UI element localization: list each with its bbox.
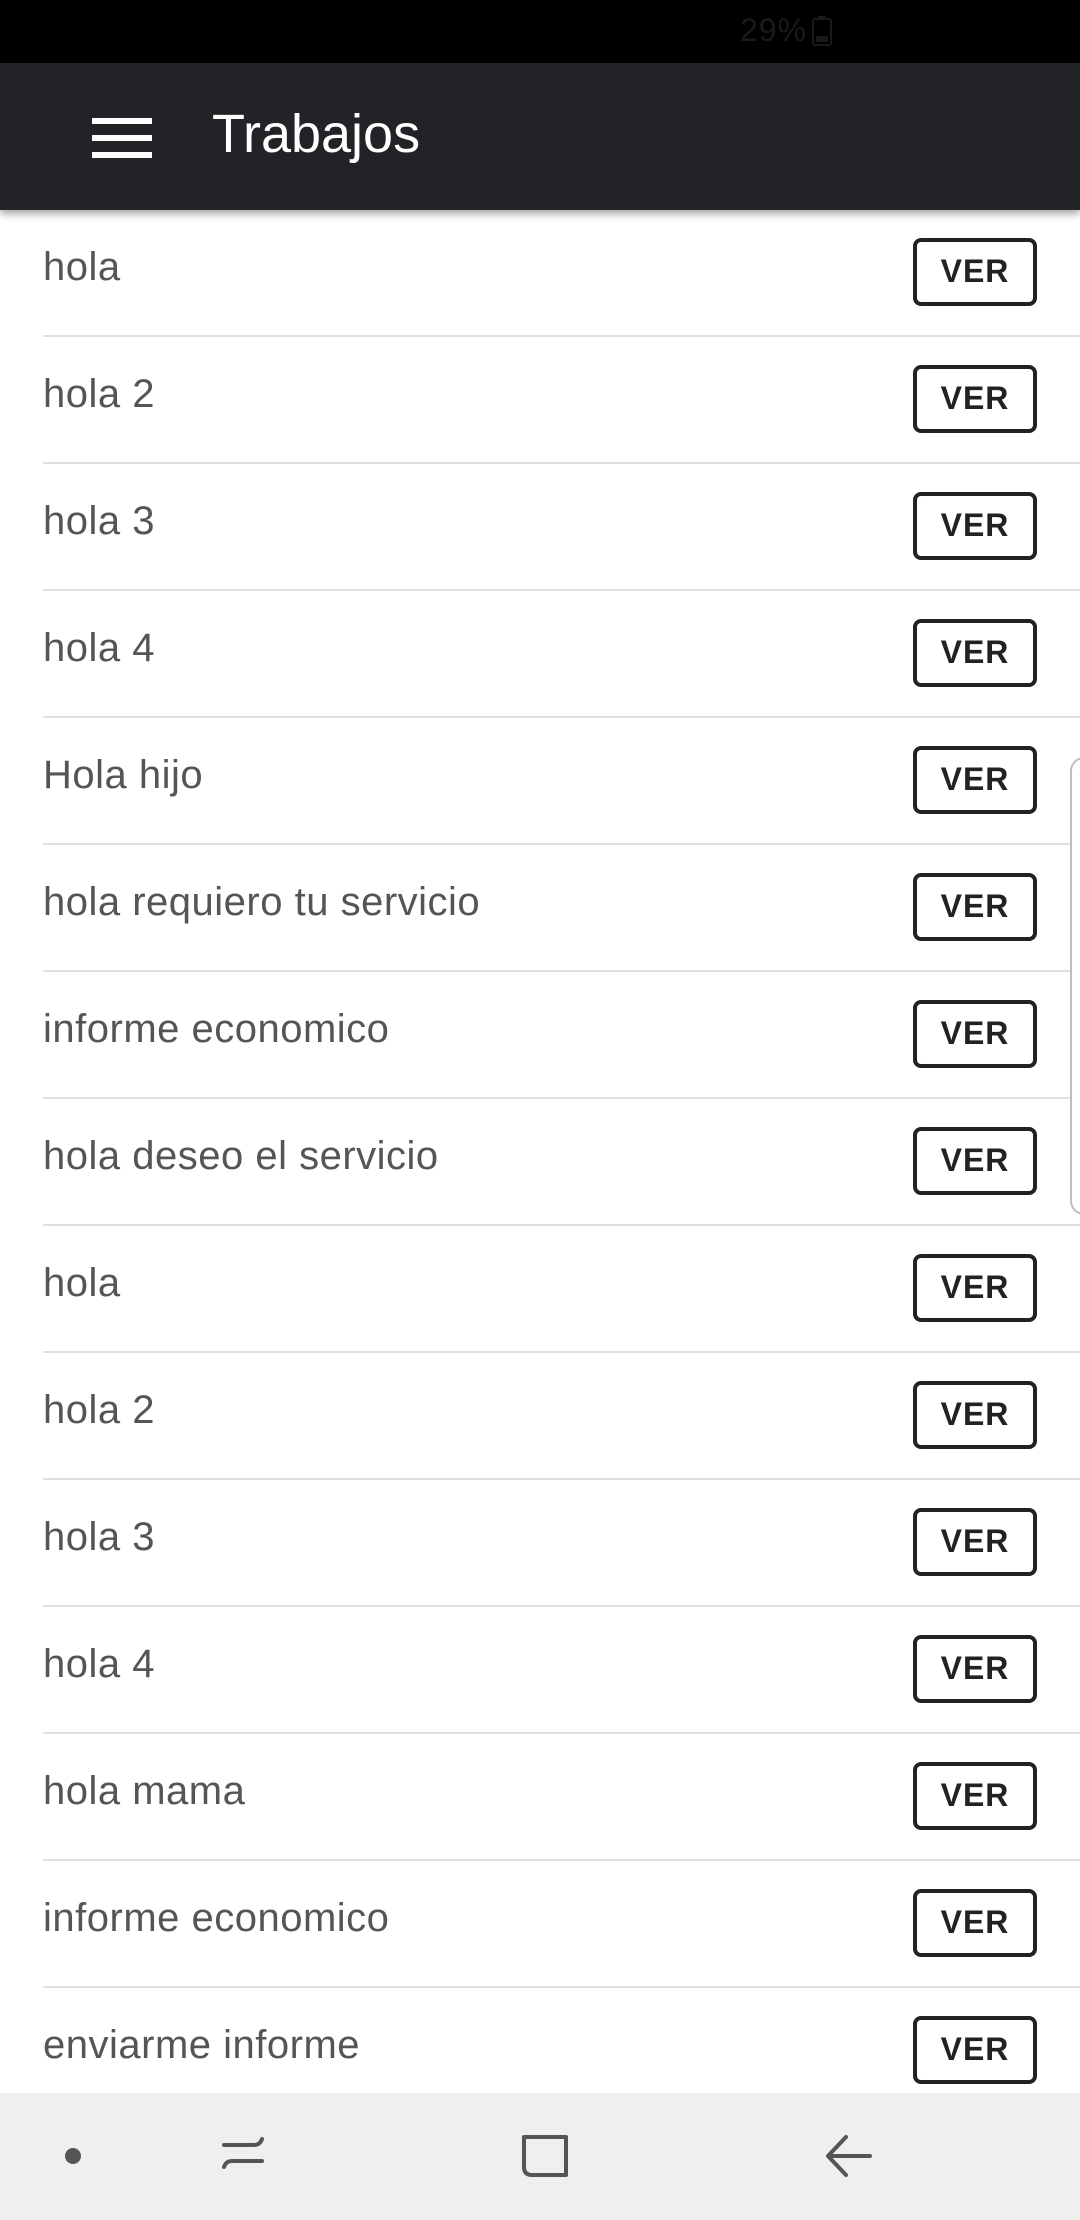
job-list-item[interactable]: informe economico VER	[43, 972, 1080, 1099]
job-title: hola mama	[43, 1769, 246, 1813]
job-list-item[interactable]: hola 2 VER	[43, 337, 1080, 464]
ver-button[interactable]: VER	[913, 1889, 1037, 1957]
job-title: hola requiero tu servicio	[43, 880, 481, 924]
ver-button[interactable]: VER	[913, 873, 1037, 941]
back-icon[interactable]	[814, 2121, 884, 2191]
job-title: informe economico	[43, 1007, 390, 1051]
hamburger-menu-icon	[92, 118, 152, 158]
job-list-item[interactable]: hola VER	[43, 1226, 1080, 1353]
job-title: hola 4	[43, 1642, 155, 1686]
job-list-item[interactable]: hola 3 VER	[43, 1480, 1080, 1607]
battery-icon	[812, 16, 832, 46]
menu-button[interactable]	[72, 101, 172, 171]
job-list-item[interactable]: hola mama VER	[43, 1734, 1080, 1861]
job-title: hola 3	[43, 499, 155, 543]
job-title: hola 3	[43, 1515, 155, 1559]
job-title: hola deseo el servicio	[43, 1134, 439, 1178]
job-list-item[interactable]: hola 3 VER	[43, 464, 1080, 591]
dot-icon[interactable]	[38, 2121, 108, 2191]
job-title: Hola hijo	[43, 753, 204, 797]
status-bar: 29%	[0, 0, 1080, 63]
home-icon[interactable]	[510, 2121, 580, 2191]
job-list-item[interactable]: Hola hijo VER	[43, 718, 1080, 845]
job-title: hola	[43, 245, 121, 289]
ver-button[interactable]: VER	[913, 1127, 1037, 1195]
battery-percentage: 29%	[740, 12, 808, 48]
app-bar: Trabajos	[0, 63, 1080, 210]
ver-button[interactable]: VER	[913, 1000, 1037, 1068]
navigation-bar	[0, 2093, 1080, 2220]
ver-button[interactable]: VER	[913, 365, 1037, 433]
job-list[interactable]: hola VER hola 2 VER hola 3 VER hola 4 VE…	[0, 210, 1080, 2093]
job-list-item[interactable]: enviarme informe VER	[43, 1988, 1080, 2093]
ver-button[interactable]: VER	[913, 492, 1037, 560]
job-title: hola 4	[43, 626, 155, 670]
recent-apps-icon[interactable]	[208, 2121, 278, 2191]
job-list-item[interactable]: hola requiero tu servicio VER	[43, 845, 1080, 972]
ver-button[interactable]: VER	[913, 2016, 1037, 2084]
ver-button[interactable]: VER	[913, 619, 1037, 687]
job-title: enviarme informe	[43, 2023, 361, 2067]
ver-button[interactable]: VER	[913, 746, 1037, 814]
ver-button[interactable]: VER	[913, 1508, 1037, 1576]
ver-button[interactable]: VER	[913, 1635, 1037, 1703]
edge-panel-handle[interactable]	[1070, 757, 1080, 1215]
job-title: hola 2	[43, 372, 155, 416]
job-title: hola	[43, 1261, 121, 1305]
job-list-item[interactable]: hola 4 VER	[43, 1607, 1080, 1734]
ver-button[interactable]: VER	[913, 1381, 1037, 1449]
job-title: hola 2	[43, 1388, 155, 1432]
job-list-item[interactable]: hola VER	[43, 210, 1080, 337]
ver-button[interactable]: VER	[913, 1254, 1037, 1322]
job-list-item[interactable]: informe economico VER	[43, 1861, 1080, 1988]
job-list-item[interactable]: hola 4 VER	[43, 591, 1080, 718]
job-list-item[interactable]: hola deseo el servicio VER	[43, 1099, 1080, 1226]
ver-button[interactable]: VER	[913, 1762, 1037, 1830]
ver-button[interactable]: VER	[913, 238, 1037, 306]
job-title: informe economico	[43, 1896, 390, 1940]
page-title: Trabajos	[212, 104, 421, 164]
job-list-item[interactable]: hola 2 VER	[43, 1353, 1080, 1480]
